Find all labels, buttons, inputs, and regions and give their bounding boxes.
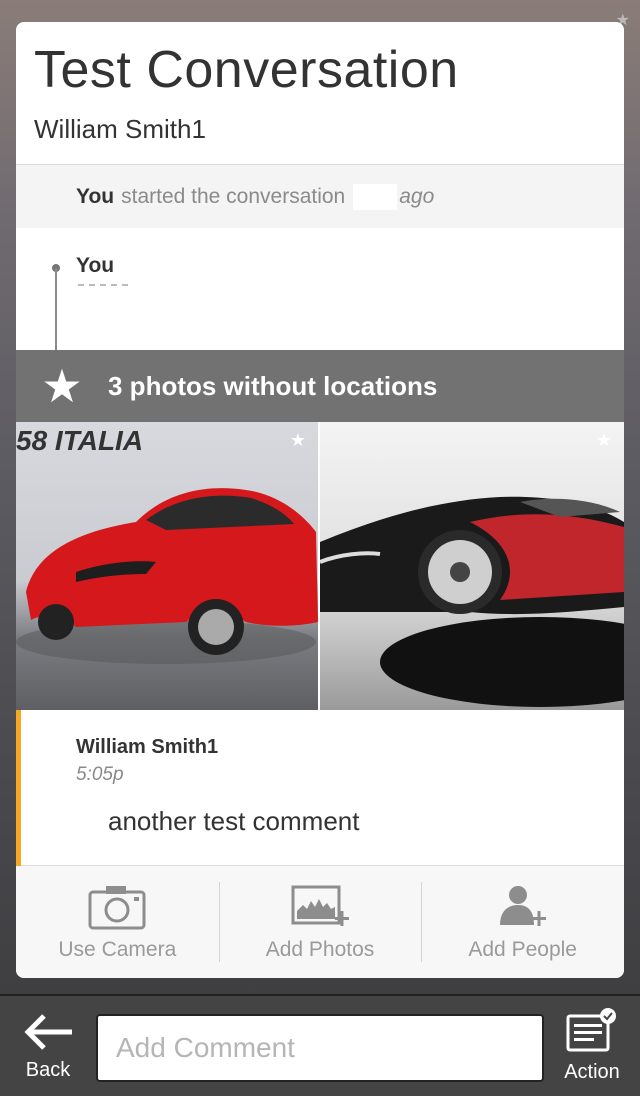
action-button[interactable]: Action [556, 1008, 628, 1084]
photos-bar-label: 3 photos without locations [108, 370, 438, 401]
bottom-bar: Back Action [0, 994, 640, 1096]
add-people-icon [498, 882, 548, 932]
conversation-card: Test Conversation William Smith1 You sta… [16, 22, 624, 978]
comment-author: William Smith1 [76, 736, 219, 758]
started-time-blank [353, 183, 398, 210]
back-arrow-icon [22, 1014, 74, 1056]
add-people-button[interactable]: Add People [421, 866, 624, 978]
photos-without-locations-bar[interactable]: ★ 3 photos without locations [16, 350, 624, 422]
timeline-entry-name: You [76, 254, 115, 277]
concept-car-image [320, 496, 624, 707]
comment-accent-bar [16, 710, 21, 866]
add-photos-label: Add Photos [265, 938, 375, 961]
timeline-entry-time-cut [78, 284, 128, 287]
red-sports-car-image: 58 ITALIA [16, 425, 318, 664]
started-ago: ago [399, 184, 435, 208]
photo-badge-text: 58 ITALIA [16, 425, 143, 456]
photo-star-icon[interactable]: ★ [290, 430, 306, 451]
add-photos-icon [291, 882, 349, 932]
photo-thumbnail[interactable]: ★ [320, 422, 624, 710]
star-icon: ★ [41, 360, 83, 412]
back-button[interactable]: Back [12, 1012, 84, 1082]
conversation-header: Test Conversation William Smith1 [16, 22, 624, 165]
started-actor: You [76, 184, 115, 208]
action-checklist-icon [562, 1008, 622, 1058]
back-label: Back [25, 1059, 71, 1081]
conversation-title: Test Conversation [34, 41, 459, 99]
action-label: Action [564, 1061, 620, 1083]
started-text: started the conversation [121, 184, 346, 208]
use-camera-button[interactable]: Use Camera [16, 866, 219, 978]
comment-item: William Smith1 5:05p another test commen… [16, 710, 624, 866]
action-row: Use Camera Add Photos Add People [16, 866, 624, 978]
timeline-line [55, 268, 57, 350]
comment-text: another test comment [108, 806, 360, 836]
use-camera-label: Use Camera [58, 938, 177, 961]
photo-thumbnail[interactable]: 58 ITALIA ★ [16, 422, 318, 710]
photo-grid: 58 ITALIA ★ ★ [16, 422, 624, 710]
add-photos-button[interactable]: Add Photos [218, 866, 422, 978]
add-comment-input[interactable] [96, 1014, 544, 1082]
timeline-entry: You [16, 228, 624, 350]
conversation-participant: William Smith1 [34, 114, 206, 144]
comment-time: 5:05p [76, 764, 124, 785]
camera-icon [88, 882, 146, 932]
photo-star-icon[interactable]: ★ [596, 430, 612, 451]
conversation-started-row: You started the conversation ago [16, 165, 624, 228]
add-people-label: Add People [468, 938, 577, 961]
